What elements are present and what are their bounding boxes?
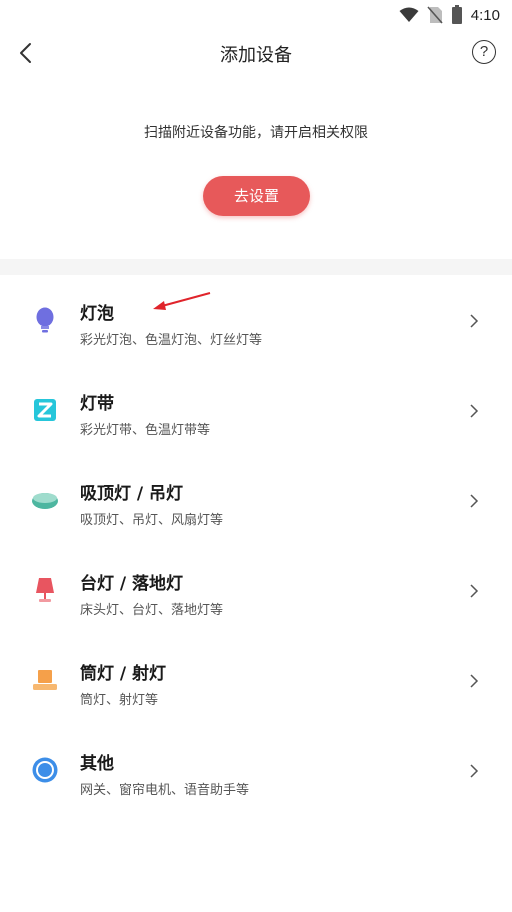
device-name: 灯带 [80, 394, 114, 414]
page-title: 添加设备 [220, 45, 292, 66]
device-name: 其他 [80, 754, 114, 774]
chevron-right-icon [470, 404, 479, 418]
device-desc: 彩光灯带、色温灯带等 [80, 423, 211, 438]
device-desc: 网关、窗帘电机、语音助手等 [80, 783, 250, 798]
chevron-right-icon [470, 584, 479, 598]
device-item-ceiling-light[interactable]: 吸顶灯 / 吊灯 吸顶灯、吊灯、风扇灯等 [0, 455, 512, 545]
status-icons: 4:10 [399, 5, 500, 25]
battery-icon [451, 5, 462, 24]
bulb-icon [36, 307, 54, 333]
annotation-arrow-icon [153, 292, 211, 310]
device-name: 筒灯 / 射灯 [80, 664, 167, 684]
downlight-icon [33, 670, 57, 690]
device-desc: 彩光灯泡、色温灯泡、灯丝灯等 [80, 333, 263, 348]
status-bar: 4:10 [0, 0, 512, 30]
device-desc: 吸顶灯、吊灯、风扇灯等 [80, 513, 224, 528]
chevron-right-icon [470, 674, 479, 688]
no-sim-icon [427, 6, 443, 24]
desk-lamp-icon [36, 578, 54, 602]
device-item-other[interactable]: 其他 网关、窗帘电机、语音助手等 [0, 725, 512, 815]
chevron-right-icon [470, 494, 479, 508]
title-bar: 添加设备 ? [0, 30, 512, 76]
status-time: 4:10 [470, 6, 500, 24]
chevron-right-icon [470, 764, 479, 778]
device-desc: 床头灯、台灯、落地灯等 [80, 603, 224, 618]
go-settings-button[interactable]: 去设置 [203, 176, 310, 216]
chevron-right-icon [470, 314, 479, 328]
help-button[interactable]: ? [472, 40, 496, 64]
light-strip-icon [34, 399, 56, 421]
device-item-light-strip[interactable]: 灯带 彩光灯带、色温灯带等 [0, 365, 512, 455]
section-divider [0, 259, 512, 275]
device-item-downlight[interactable]: 筒灯 / 射灯 筒灯、射灯等 [0, 635, 512, 725]
device-desc: 筒灯、射灯等 [80, 693, 159, 708]
device-category-list: 灯泡 彩光灯泡、色温灯泡、灯丝灯等 灯带 彩光灯带、色温灯带等 吸顶灯 / 吊灯… [0, 275, 512, 815]
device-item-bulb[interactable]: 灯泡 彩光灯泡、色温灯泡、灯丝灯等 [0, 275, 512, 365]
device-name: 吸顶灯 / 吊灯 [80, 484, 184, 504]
device-name: 台灯 / 落地灯 [80, 574, 184, 594]
wifi-icon [399, 7, 419, 22]
other-device-icon [32, 757, 58, 783]
ceiling-light-icon [32, 493, 58, 509]
device-name: 灯泡 [80, 304, 114, 324]
scan-permission-hint: 扫描附近设备功能，请开启相关权限 [144, 125, 368, 141]
device-item-desk-lamp[interactable]: 台灯 / 落地灯 床头灯、台灯、落地灯等 [0, 545, 512, 635]
